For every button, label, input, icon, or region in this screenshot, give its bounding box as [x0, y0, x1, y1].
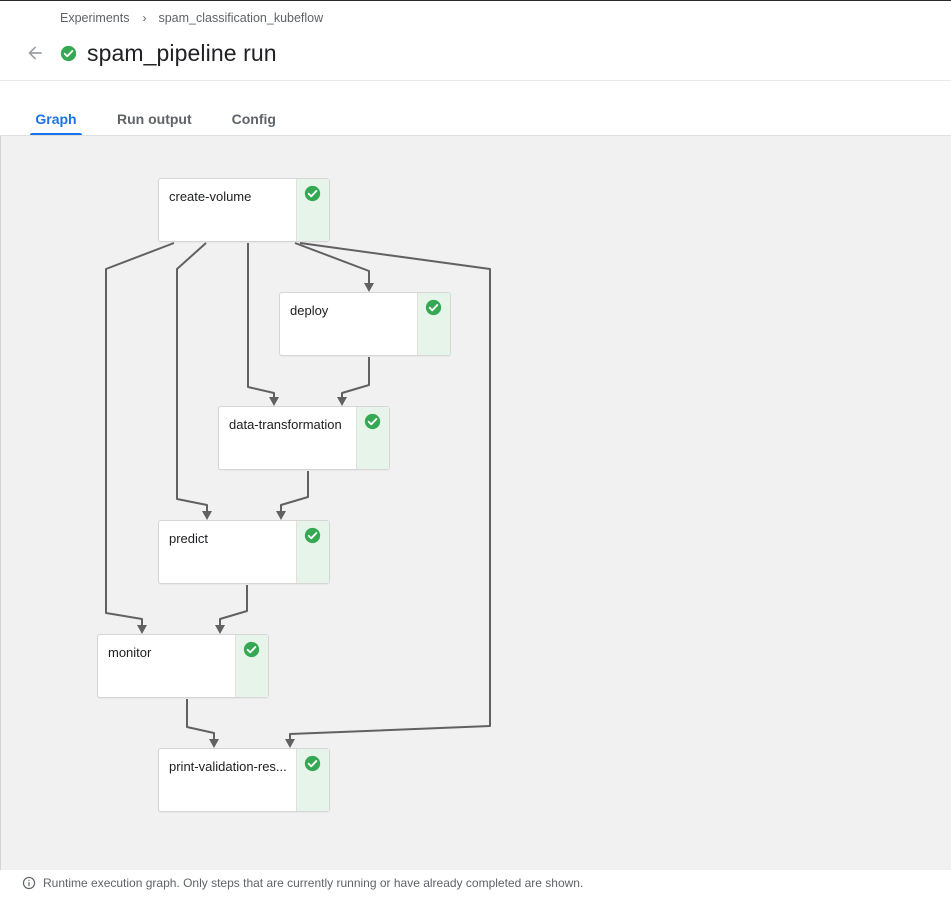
title-row: spam_pipeline run [24, 39, 277, 67]
node-label: create-volume [169, 189, 252, 204]
node-deploy[interactable]: deploy [279, 292, 451, 356]
breadcrumb-experiments-link[interactable]: Experiments [60, 11, 129, 25]
breadcrumb: Experiments › spam_classification_kubefl… [60, 11, 323, 25]
breadcrumb-separator: › [142, 11, 147, 25]
node-status-cell [296, 521, 329, 583]
node-status-cell [235, 635, 268, 697]
check-circle-icon [364, 413, 381, 430]
graph-footer-note: Runtime execution graph. Only steps that… [22, 876, 583, 890]
node-label: deploy [290, 303, 329, 318]
breadcrumb-experiment-link[interactable]: spam_classification_kubeflow [158, 11, 323, 25]
footer-note-text: Runtime execution graph. Only steps that… [43, 876, 584, 890]
check-circle-icon [425, 299, 442, 316]
node-status-cell [296, 749, 329, 811]
node-create-volume[interactable]: create-volume [158, 178, 330, 242]
node-predict[interactable]: predict [158, 520, 330, 584]
tab-config[interactable]: Config [232, 99, 276, 135]
check-circle-icon [304, 185, 321, 202]
header-divider [0, 80, 951, 81]
node-monitor[interactable]: monitor [97, 634, 269, 698]
info-icon [22, 876, 36, 890]
run-status-success-icon [60, 45, 77, 67]
page-title: spam_pipeline run [87, 39, 277, 66]
node-label: predict [169, 531, 209, 546]
tab-graph[interactable]: Graph [30, 99, 82, 135]
graph-canvas[interactable] [0, 135, 951, 870]
tab-bar: Graph Run output Config [30, 99, 316, 135]
node-label: print-validation-res... [169, 759, 287, 774]
node-data-transformation[interactable]: data-transformation [218, 406, 390, 470]
check-circle-icon [304, 527, 321, 544]
node-status-cell [296, 179, 329, 241]
run-details-page: Experiments › spam_classification_kubefl… [0, 0, 951, 901]
node-label: monitor [108, 645, 152, 660]
back-button[interactable] [24, 42, 46, 64]
check-circle-icon [304, 755, 321, 772]
check-circle-icon [243, 641, 260, 658]
node-label: data-transformation [229, 417, 342, 432]
tab-run-output[interactable]: Run output [117, 99, 192, 135]
node-status-cell [417, 293, 450, 355]
node-print-validation-result[interactable]: print-validation-res... [158, 748, 330, 812]
arrow-back-icon [28, 46, 42, 60]
node-status-cell [356, 407, 389, 469]
